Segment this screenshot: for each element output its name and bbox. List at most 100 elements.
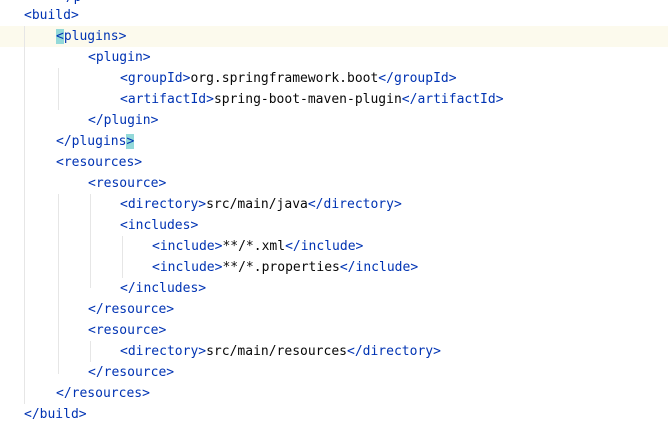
xml-tag-token: include bbox=[300, 239, 356, 254]
xml-text-token: org.springframework.boot bbox=[190, 71, 379, 86]
xml-tag-token: </ bbox=[24, 407, 40, 422]
xml-tag-token: > bbox=[126, 134, 135, 149]
xml-tag-token: </ bbox=[120, 281, 136, 296]
xml-tag-token: includes bbox=[127, 218, 191, 233]
xml-tag-token: directory bbox=[323, 197, 394, 212]
xml-tag-token: > bbox=[78, 407, 87, 422]
xml-tag-token: < bbox=[120, 218, 128, 233]
xml-tag-token: resource bbox=[95, 323, 159, 338]
xml-tag-token: directory bbox=[127, 344, 199, 359]
code-line[interactable]: <include>**/*.properties</include> bbox=[152, 257, 418, 278]
xml-tag-token: resource bbox=[103, 302, 167, 317]
xml-text-token: src/main/java bbox=[206, 197, 308, 212]
xml-tag-token: plugins bbox=[71, 134, 127, 149]
xml-tag-token: resources bbox=[63, 155, 135, 170]
code-line[interactable]: <artifactId>spring-boot-maven-plugin</ar… bbox=[120, 89, 504, 110]
xml-tag-token: < bbox=[120, 92, 128, 107]
xml-tag-token: directory bbox=[362, 344, 434, 359]
xml-tag-token: > bbox=[166, 302, 175, 317]
xml-tag-token: plugins bbox=[63, 29, 119, 44]
xml-tag-token: includes bbox=[135, 281, 199, 296]
xml-tag-token: </ bbox=[401, 92, 418, 107]
xml-tag-token: artifactId bbox=[127, 92, 207, 107]
code-line[interactable]: </plugin> bbox=[88, 110, 158, 131]
xml-tag-token: build bbox=[39, 407, 79, 422]
indent-guide bbox=[90, 194, 91, 288]
indent-guide bbox=[24, 26, 25, 404]
xml-tag-token: < bbox=[120, 197, 128, 212]
code-line[interactable]: <build> bbox=[24, 5, 79, 26]
xml-tag-token: artifactId bbox=[417, 92, 496, 107]
xml-tag-token: > bbox=[495, 92, 504, 107]
xml-tag-token: </ bbox=[378, 71, 394, 86]
xml-tag-token: </ bbox=[56, 386, 72, 401]
indent-guide bbox=[58, 68, 59, 110]
code-line[interactable]: <directory>src/main/java</directory> bbox=[120, 194, 402, 215]
xml-tag-token: > bbox=[118, 29, 127, 44]
xml-tag-token: build bbox=[31, 8, 71, 23]
xml-tag-token: > bbox=[448, 71, 457, 86]
xml-tag-token: > bbox=[190, 218, 199, 233]
xml-tag-token: </ bbox=[339, 260, 356, 275]
code-line[interactable]: </includes> bbox=[120, 278, 206, 299]
xml-tag-token: < bbox=[24, 8, 32, 23]
indent-guide bbox=[58, 194, 59, 374]
xml-tag-token: resource bbox=[95, 176, 159, 191]
xml-tag-token: < bbox=[88, 50, 96, 65]
indent-guide bbox=[122, 236, 123, 278]
xml-tag-token: </ bbox=[285, 239, 301, 254]
xml-tag-token: > bbox=[198, 197, 207, 212]
code-line[interactable]: </plugins> bbox=[56, 131, 135, 152]
xml-tag-token: groupId bbox=[127, 71, 183, 86]
code-line[interactable]: <include>**/*.xml</include> bbox=[152, 236, 363, 257]
xml-tag-token: > bbox=[150, 113, 159, 128]
xml-tag-token: < bbox=[88, 323, 96, 338]
xml-tag-token: < bbox=[152, 260, 160, 275]
xml-text-token: src/main/resources bbox=[206, 344, 347, 359]
xml-tag-token: > bbox=[142, 386, 150, 401]
xml-tag-token: plugin bbox=[103, 113, 151, 128]
code-line[interactable]: <plugin> bbox=[88, 47, 151, 68]
xml-tag-token: </ bbox=[88, 113, 104, 128]
xml-tag-token: </ bbox=[307, 197, 324, 212]
code-line[interactable]: </resource> bbox=[88, 362, 174, 383]
code-line[interactable]: <resources> bbox=[56, 152, 142, 173]
xml-tag-token: resource bbox=[103, 365, 167, 380]
xml-tag-token: > bbox=[142, 50, 151, 65]
xml-tag-token: > bbox=[70, 8, 79, 23]
xml-tag-token: </ bbox=[347, 344, 363, 359]
xml-tag-token: > bbox=[166, 365, 175, 380]
xml-tag-token: include bbox=[355, 260, 411, 275]
code-editor[interactable]: </p <build><plugins><plugin><groupId>org… bbox=[0, 0, 668, 428]
code-line[interactable]: </resource> bbox=[88, 299, 174, 320]
xml-tag-token: plugin bbox=[95, 50, 143, 65]
xml-tag-token: > bbox=[158, 323, 167, 338]
xml-tag-token: > bbox=[393, 197, 402, 212]
code-line[interactable]: <resource> bbox=[88, 320, 166, 341]
code-line[interactable]: <directory>src/main/resources</directory… bbox=[120, 341, 441, 362]
indent-guide bbox=[90, 341, 91, 362]
code-line[interactable]: <plugins> bbox=[56, 26, 126, 47]
xml-tag-token: > bbox=[410, 260, 419, 275]
xml-tag-token: resources bbox=[71, 386, 143, 401]
xml-text-token: **/*.properties bbox=[222, 260, 340, 275]
xml-tag-token: < bbox=[120, 71, 128, 86]
xml-tag-token: directory bbox=[127, 197, 199, 212]
xml-tag-token: < bbox=[152, 239, 160, 254]
code-line[interactable]: </build> bbox=[24, 404, 87, 425]
xml-tag-token: include bbox=[159, 260, 215, 275]
xml-tag-token: > bbox=[198, 344, 207, 359]
code-line[interactable]: <resource> bbox=[88, 173, 166, 194]
xml-tag-token: < bbox=[88, 176, 96, 191]
xml-tag-token: < bbox=[56, 155, 64, 170]
xml-tag-token: > bbox=[158, 176, 167, 191]
xml-tag-token: include bbox=[159, 239, 215, 254]
xml-tag-token: > bbox=[433, 344, 441, 359]
xml-text-token: spring-boot-maven-plugin bbox=[213, 92, 402, 107]
code-line[interactable]: <includes> bbox=[120, 215, 198, 236]
code-line[interactable]: <groupId>org.springframework.boot</group… bbox=[120, 68, 457, 89]
xml-tag-token: groupId bbox=[393, 71, 449, 86]
xml-text-token: **/*.xml bbox=[222, 239, 286, 254]
xml-tag-token: < bbox=[120, 344, 128, 359]
code-line[interactable]: </resources> bbox=[56, 383, 150, 404]
